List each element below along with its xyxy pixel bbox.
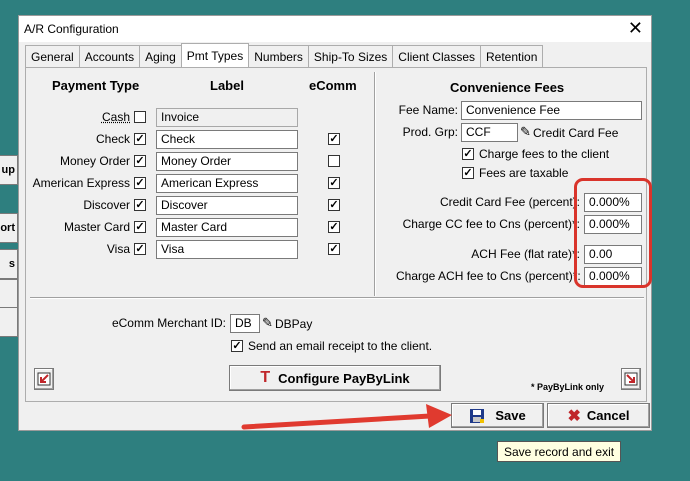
background-button[interactable]: up <box>0 155 18 185</box>
payment-type-name: Visa <box>106 242 130 256</box>
ecomm-merchant-label: eComm Merchant ID: <box>111 316 226 330</box>
right-nav-button[interactable] <box>621 368 641 390</box>
ar-configuration-window: A/R Configuration ✕ General Accounts Agi… <box>18 15 652 431</box>
payment-type-name: American Express <box>32 176 130 190</box>
configure-paybylink-label: Configure PayByLink <box>278 370 410 386</box>
save-tooltip: Save record and exit <box>497 441 622 462</box>
fees-taxable-label: Fees are taxable <box>479 166 569 180</box>
tab-ship-to-sizes[interactable]: Ship-To Sizes <box>307 45 394 67</box>
tab-numbers[interactable]: Numbers <box>248 45 309 67</box>
annotation-arrow-icon <box>241 404 452 430</box>
background-button[interactable] <box>0 279 18 309</box>
ach-fee-label: ACH Fee (flat rate)*: <box>471 247 580 261</box>
payment-type-ecomm-checkbox[interactable]: ✓ <box>328 133 340 145</box>
pencil-icon[interactable]: ✎ <box>520 124 531 140</box>
payment-type-name: Master Card <box>63 220 130 234</box>
payment-type-label-field[interactable]: Discover <box>156 196 298 215</box>
paybylink-icon: T <box>260 369 271 386</box>
fee-name-field[interactable]: Convenience Fee <box>461 101 642 120</box>
email-receipt-label: Send an email receipt to the client. <box>248 339 433 353</box>
tab-retention[interactable]: Retention <box>480 45 544 67</box>
cc-fee-cns-label: Charge CC fee to Cns (percent)*: <box>402 217 580 231</box>
window-title: A/R Configuration <box>24 22 119 36</box>
payment-type-enabled-checkbox[interactable]: ✓ <box>134 243 146 255</box>
fees-taxable-checkbox[interactable]: ✓ <box>462 167 474 179</box>
payment-type-name: Cash <box>101 110 130 124</box>
cancel-label: Cancel <box>586 408 630 423</box>
save-button[interactable]: Save <box>451 403 544 428</box>
payment-type-name: Money Order <box>59 154 130 168</box>
ecomm-merchant-field[interactable]: DB <box>230 314 260 333</box>
configure-paybylink-button[interactable]: T Configure PayByLink <box>229 365 441 391</box>
payment-type-label-field[interactable]: Check <box>156 130 298 149</box>
payment-type-enabled-checkbox[interactable]: ✓ <box>134 155 146 167</box>
payment-type-enabled-checkbox[interactable]: ✓ <box>134 221 146 233</box>
cancel-button[interactable]: ✖ Cancel <box>547 403 650 428</box>
payment-type-enabled-checkbox[interactable]: ✓ <box>134 133 146 145</box>
save-label: Save <box>495 408 526 423</box>
arrow-down-left-icon <box>37 372 51 386</box>
payment-type-label-field: Invoice <box>156 108 298 127</box>
background-button[interactable]: s <box>0 249 18 279</box>
floppy-disk-icon <box>470 408 485 423</box>
payment-type-header: Payment Type <box>52 78 140 93</box>
payment-type-ecomm-checkbox[interactable]: ✓ <box>328 243 340 255</box>
fee-name-label: Fee Name: <box>398 103 458 117</box>
tab-pmt-types[interactable]: Pmt Types <box>180 43 250 67</box>
background-button[interactable]: ort <box>0 213 18 243</box>
cancel-x-icon: ✖ <box>567 407 581 425</box>
payment-type-enabled-checkbox[interactable]: ✓ <box>134 177 146 189</box>
left-nav-button[interactable] <box>34 368 54 390</box>
arrow-down-right-icon <box>624 372 638 386</box>
payment-type-label-field[interactable]: Visa <box>156 240 298 259</box>
tab-client-classes[interactable]: Client Classes <box>392 45 481 67</box>
background-button[interactable] <box>0 307 18 337</box>
prod-grp-label: Prod. Grp: <box>402 125 458 139</box>
payment-type-enabled-checkbox[interactable] <box>134 111 146 123</box>
tab-aging[interactable]: Aging <box>139 45 182 67</box>
convenience-fees-title: Convenience Fees <box>450 80 565 95</box>
payment-type-name: Discover <box>83 198 130 212</box>
payment-type-label-field[interactable]: Master Card <box>156 218 298 237</box>
pencil-icon[interactable]: ✎ <box>262 315 273 331</box>
tab-strip: General Accounts Aging Pmt Types Numbers… <box>25 43 544 67</box>
title-bar: A/R Configuration ✕ <box>19 16 651 42</box>
close-icon[interactable]: ✕ <box>628 18 643 38</box>
payment-type-label-field[interactable]: American Express <box>156 174 298 193</box>
payment-type-ecomm-checkbox[interactable]: ✓ <box>328 199 340 211</box>
label-header: Label <box>210 78 244 93</box>
charge-fees-checkbox[interactable]: ✓ <box>462 148 474 160</box>
ecomm-header: eComm <box>309 78 357 93</box>
prod-grp-description: Credit Card Fee <box>533 126 619 140</box>
payment-type-enabled-checkbox[interactable]: ✓ <box>134 199 146 211</box>
payment-type-ecomm-checkbox[interactable] <box>328 155 340 167</box>
ach-fee-cns-label: Charge ACH fee to Cns (percent)*: <box>396 269 581 283</box>
payment-type-name: Check <box>95 132 130 146</box>
charge-fees-label: Charge fees to the client <box>479 147 610 161</box>
payment-type-label-field[interactable]: Money Order <box>156 152 298 171</box>
tab-accounts[interactable]: Accounts <box>78 45 141 67</box>
payment-type-ecomm-checkbox[interactable]: ✓ <box>328 177 340 189</box>
horizontal-divider <box>30 297 644 299</box>
payment-type-ecomm-checkbox[interactable]: ✓ <box>328 221 340 233</box>
prod-grp-field[interactable]: CCF <box>461 123 518 142</box>
email-receipt-checkbox[interactable]: ✓ <box>231 340 243 352</box>
highlight-box <box>574 178 652 288</box>
cc-fee-percent-label: Credit Card Fee (percent): <box>439 195 580 209</box>
section-divider <box>374 72 376 296</box>
tab-general[interactable]: General <box>25 45 80 67</box>
paybylink-footnote: * PayByLink only <box>531 382 605 392</box>
pmt-types-panel: Payment Type Label eComm Cash Invoice Chec… <box>25 67 647 402</box>
ecomm-merchant-description: DBPay <box>275 317 313 331</box>
